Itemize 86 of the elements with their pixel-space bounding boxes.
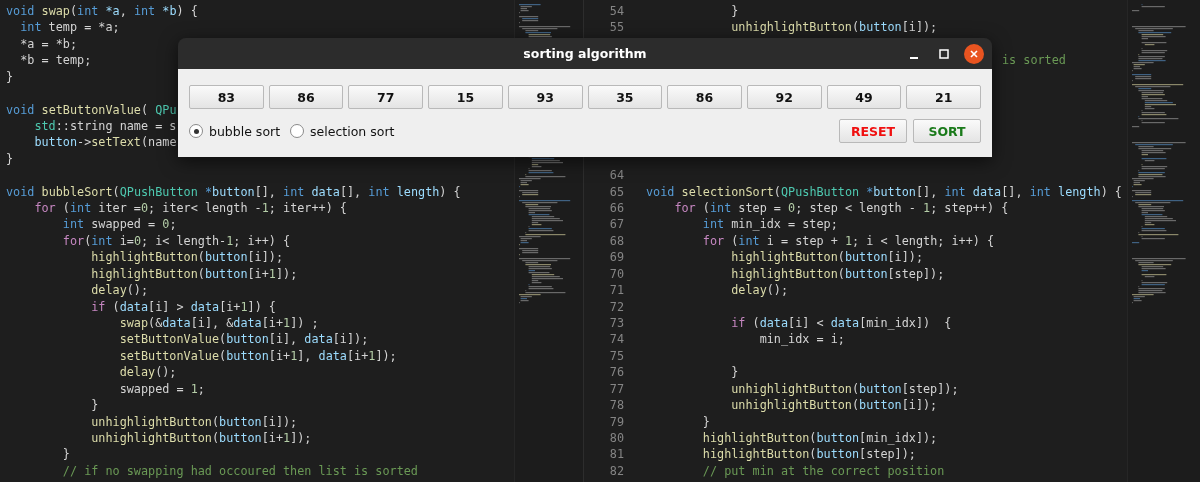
code-line: min_idx = i; bbox=[758, 332, 845, 349]
window-title: sorting algorithm bbox=[523, 46, 647, 61]
line-number: 68 bbox=[608, 233, 624, 250]
code-line: unhighlightButton(button[i+1]); bbox=[90, 430, 312, 447]
code-line: delay(); bbox=[730, 283, 789, 300]
maximize-icon bbox=[939, 48, 949, 59]
code-line: *a = *b; bbox=[19, 36, 78, 53]
radio-option[interactable]: bubble sort bbox=[189, 123, 281, 139]
code-line: std::string name = s bbox=[33, 118, 177, 135]
code-line: highlightButton(button[i]); bbox=[90, 250, 283, 267]
code-line: for (int i = step + 1; i < length; i++) { bbox=[701, 233, 995, 250]
close-icon bbox=[969, 48, 979, 59]
code-line: } bbox=[701, 414, 710, 431]
line-number: 79 bbox=[608, 414, 624, 431]
code-line: highlightButton(button[step]); bbox=[701, 447, 916, 464]
code-line: if (data[i] > data[i+1]) { bbox=[90, 299, 276, 316]
code-line: int temp = *a; bbox=[19, 20, 120, 37]
value-button[interactable]: 77 bbox=[348, 85, 424, 109]
minimize-icon bbox=[910, 56, 918, 59]
value-button[interactable]: 15 bbox=[428, 85, 503, 109]
code-line: // put min at the correct position bbox=[701, 463, 945, 480]
code-line: int min_idx = step; bbox=[701, 217, 838, 234]
code-line: highlightButton(button[i]); bbox=[730, 250, 923, 267]
value-button[interactable]: 86 bbox=[268, 85, 344, 109]
reset-button[interactable]: RESET bbox=[839, 119, 907, 143]
line-number: 67 bbox=[608, 217, 624, 234]
value-button[interactable]: 92 bbox=[746, 85, 822, 109]
code-line: for(int i=0; i< length-1; i++) { bbox=[61, 233, 291, 250]
code-line: void bubbleSort(QPushButton *button[], int data[], int length) { bbox=[6, 184, 461, 201]
line-number: 70 bbox=[608, 266, 624, 283]
line-number: 74 bbox=[608, 332, 624, 349]
code-line: setButtonValue(button[i], data[i]); bbox=[118, 332, 369, 349]
line-number: 71 bbox=[608, 283, 624, 300]
value-button[interactable]: 93 bbox=[507, 85, 583, 109]
code-line: unhighlightButton(button[step]); bbox=[730, 381, 959, 398]
code-line: } bbox=[6, 69, 14, 86]
code-line: for (int step = 0; step < length - 1; step++) { bbox=[673, 201, 1009, 218]
code-line: if (data[i] < data[min_idx]) { bbox=[730, 316, 952, 332]
code-line: } bbox=[6, 151, 14, 168]
code-line: unhighlightButton(button[i]); bbox=[730, 20, 938, 37]
radio-option[interactable]: selection sort bbox=[290, 123, 395, 139]
value-button[interactable]: 83 bbox=[189, 85, 264, 109]
line-number: 69 bbox=[608, 250, 624, 267]
code-line: highlightButton(button[i+1]); bbox=[90, 266, 298, 283]
line-number: 80 bbox=[608, 430, 624, 447]
value-button[interactable]: 86 bbox=[667, 85, 742, 109]
value-button[interactable]: 21 bbox=[906, 85, 982, 109]
code-line: is sorted bbox=[1002, 53, 1066, 70]
code-line: } bbox=[730, 4, 739, 20]
value-button[interactable]: 35 bbox=[587, 85, 663, 109]
code-line: button->setText(name bbox=[33, 135, 177, 152]
code-line: } bbox=[90, 398, 99, 415]
code-line: } bbox=[730, 365, 739, 382]
code-line: for (int iter =0; iter< length -1; iter++) { bbox=[33, 201, 347, 218]
line-number: 54 bbox=[608, 4, 624, 20]
sort-button[interactable]: SORT bbox=[913, 119, 981, 143]
line-number: 76 bbox=[608, 365, 624, 382]
line-number: 72 bbox=[608, 299, 624, 316]
close-button[interactable] bbox=[964, 43, 984, 64]
code-line: delay(); bbox=[90, 283, 149, 300]
code-line: } bbox=[61, 447, 70, 464]
line-number: 73 bbox=[608, 316, 624, 332]
code-line: highlightButton(button[step]); bbox=[730, 266, 945, 283]
code-line: *b = temp; bbox=[19, 53, 92, 70]
code-line: void setButtonValue( QPu bbox=[6, 102, 177, 119]
code-line: highlightButton(button[min_idx]); bbox=[701, 430, 938, 447]
line-number: 66 bbox=[608, 201, 624, 218]
code-line: swap(&data[i], &data[i+1]) ; bbox=[118, 316, 319, 332]
line-number: 64 bbox=[608, 168, 624, 185]
code-line: swapped = 1; bbox=[118, 381, 205, 398]
line-number: 82 bbox=[608, 463, 624, 480]
code-line: void swap(int *a, int *b) { bbox=[6, 4, 198, 20]
code-line: int swapped = 0; bbox=[61, 217, 177, 234]
code-line: unhighlightButton(button[i]); bbox=[90, 414, 298, 431]
line-number: 81 bbox=[608, 447, 624, 464]
line-number: 55 bbox=[608, 20, 624, 37]
code-line: setButtonValue(button[i+1], data[i+1]); bbox=[118, 348, 397, 365]
line-number: 75 bbox=[608, 348, 624, 365]
line-number: 78 bbox=[608, 398, 624, 415]
code-line: void selectionSort(QPushButton *button[], int data[], int length) { bbox=[646, 184, 1122, 201]
code-line: delay(); bbox=[118, 365, 177, 382]
value-button[interactable]: 49 bbox=[826, 85, 902, 109]
line-number: 77 bbox=[608, 381, 624, 398]
code-line: // if no swapping had occoured then list is sorted bbox=[61, 463, 418, 480]
line-number: 65 bbox=[608, 184, 624, 201]
code-line: unhighlightButton(button[i]); bbox=[730, 398, 938, 415]
